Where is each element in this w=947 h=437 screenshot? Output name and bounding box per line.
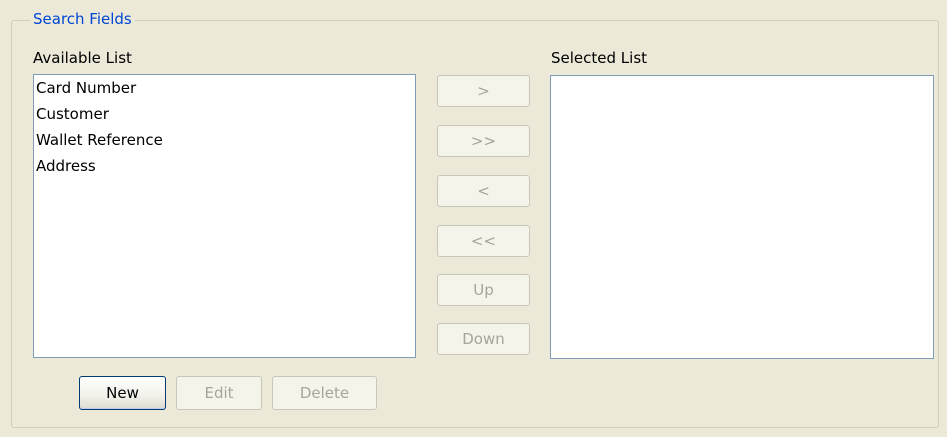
selected-list[interactable]: [550, 75, 934, 359]
available-list[interactable]: Card Number Customer Wallet Reference Ad…: [33, 74, 416, 358]
selected-list-label: Selected List: [551, 49, 648, 67]
move-left-button[interactable]: <: [437, 175, 530, 207]
available-list-label: Available List: [33, 49, 132, 67]
list-item[interactable]: Address: [34, 153, 415, 179]
delete-button[interactable]: Delete: [272, 376, 377, 410]
group-title: Search Fields: [30, 9, 135, 29]
edit-button[interactable]: Edit: [176, 376, 262, 410]
move-up-button[interactable]: Up: [437, 274, 530, 306]
move-all-right-button[interactable]: >>: [437, 125, 530, 157]
list-item[interactable]: Customer: [34, 101, 415, 127]
move-all-left-button[interactable]: <<: [437, 225, 530, 257]
new-button[interactable]: New: [79, 376, 166, 410]
list-item[interactable]: Wallet Reference: [34, 127, 415, 153]
move-right-button[interactable]: >: [437, 75, 530, 107]
move-down-button[interactable]: Down: [437, 323, 530, 355]
list-item[interactable]: Card Number: [34, 75, 415, 101]
